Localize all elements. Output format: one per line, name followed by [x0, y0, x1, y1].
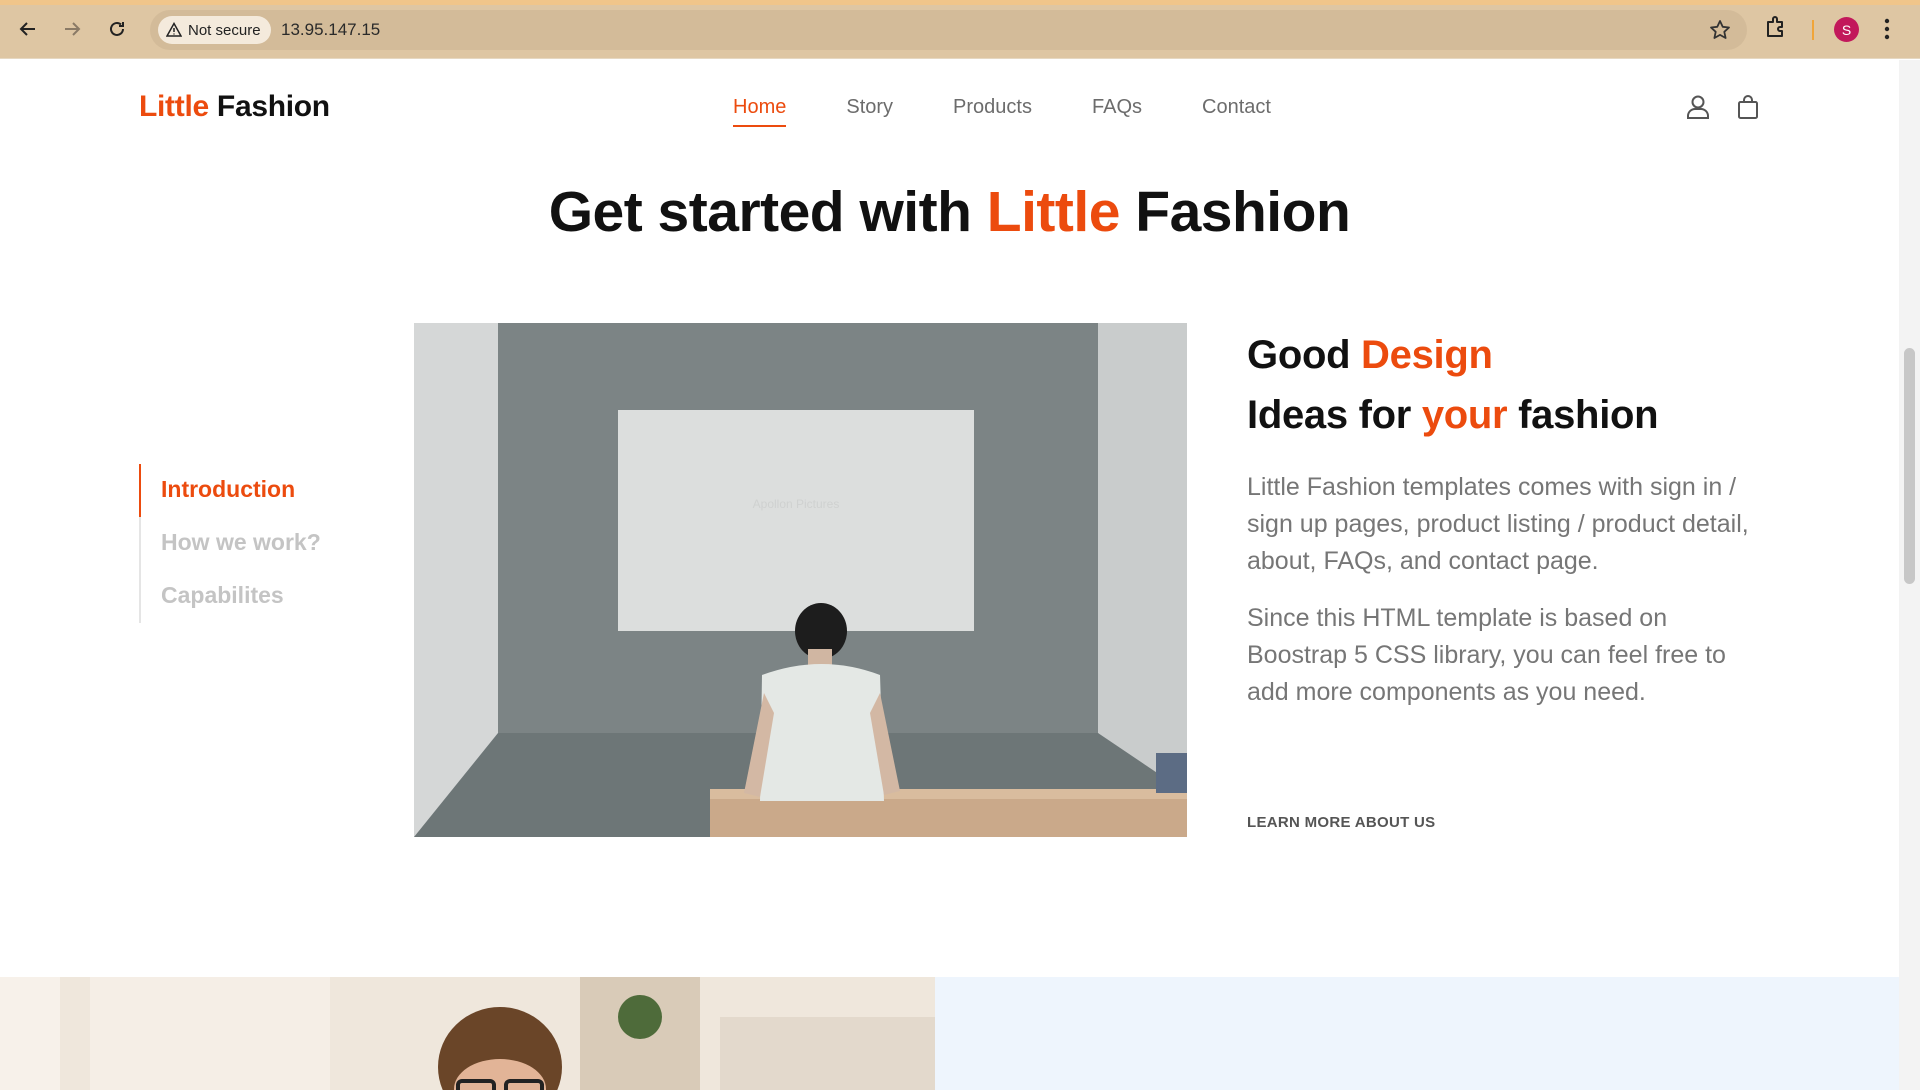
section-tabs: Introduction How we work? Capabilites: [139, 464, 339, 623]
security-chip[interactable]: Not secure: [158, 16, 271, 44]
back-button[interactable]: [12, 13, 44, 45]
header-actions: [1686, 94, 1759, 125]
hero-title-part2: Fashion: [1119, 180, 1351, 244]
arrow-right-icon: [65, 22, 81, 36]
arrow-left-icon: [19, 22, 35, 36]
reload-button[interactable]: [101, 13, 133, 45]
site-logo[interactable]: Little Fashion: [139, 90, 330, 124]
intro-paragraph-1: Little Fashion templates comes with sign…: [1247, 473, 1749, 575]
learn-more-link[interactable]: LEARN MORE ABOUT US: [1247, 814, 1435, 831]
logo-accent-text: Little: [139, 90, 209, 123]
intro-photo: Apollon Pictures: [414, 323, 1187, 837]
web-page: Little Fashion Home Story Products FAQs …: [0, 60, 1899, 1090]
reload-icon: [110, 21, 124, 36]
nav-products[interactable]: Products: [953, 96, 1032, 127]
heading-line2-end: fashion: [1507, 393, 1659, 437]
nav-story[interactable]: Story: [846, 96, 893, 127]
logo-dark-text: Fashion: [216, 90, 330, 123]
team-photo: [0, 977, 935, 1090]
portrait-image: [0, 977, 935, 1090]
security-label: Not secure: [188, 21, 261, 39]
hero-title: Get started with Little Fashion: [0, 179, 1899, 245]
address-bar[interactable]: Not secure 13.95.147.15: [150, 10, 1747, 50]
extensions-puzzle-icon[interactable]: [1763, 14, 1789, 45]
shopping-bag-icon[interactable]: [1737, 94, 1759, 125]
heading-line1-text: Good: [1247, 333, 1362, 377]
forward-button[interactable]: [56, 13, 88, 45]
tab-capabilities[interactable]: Capabilites: [141, 570, 339, 623]
intro-paragraph-2: Since this HTML template is based on Boo…: [1247, 604, 1726, 706]
scrollbar-thumb[interactable]: [1904, 348, 1915, 584]
nav-home[interactable]: Home: [733, 96, 787, 127]
intro-heading: Good Design Ideas for your fashion: [1247, 325, 1767, 445]
gallery-scene-image: Apollon Pictures: [414, 323, 1187, 837]
heading-line2-text: Ideas for: [1247, 393, 1422, 437]
tab-how-we-work[interactable]: How we work?: [141, 517, 339, 570]
profile-avatar[interactable]: S: [1834, 17, 1859, 42]
user-icon[interactable]: [1686, 94, 1710, 125]
screen-projection-text: Apollon Pictures: [753, 497, 840, 511]
tab-introduction[interactable]: Introduction: [139, 464, 339, 517]
bottom-section-panel: [935, 977, 1899, 1090]
warning-icon: [166, 22, 182, 37]
url-text[interactable]: 13.95.147.15: [281, 20, 380, 40]
tab-strip-edge: [0, 0, 1920, 5]
heading-line1-accent: Design: [1361, 333, 1493, 377]
toolbar-divider: [1812, 20, 1814, 40]
browser-toolbar: Not secure 13.95.147.15 S: [0, 0, 1920, 59]
bookmark-star-icon[interactable]: [1709, 19, 1731, 46]
page-scrollbar[interactable]: [1899, 60, 1920, 1090]
main-navigation: Home Story Products FAQs Contact: [733, 96, 1271, 127]
hero-title-part1: Get started with: [548, 180, 987, 244]
nav-contact[interactable]: Contact: [1202, 96, 1271, 127]
nav-faqs[interactable]: FAQs: [1092, 96, 1142, 127]
heading-line2-accent: your: [1421, 393, 1508, 437]
browser-menu-icon[interactable]: [1883, 16, 1891, 47]
hero-title-accent: Little: [986, 180, 1121, 244]
intro-copy: Good Design Ideas for your fashion Littl…: [1247, 325, 1767, 711]
